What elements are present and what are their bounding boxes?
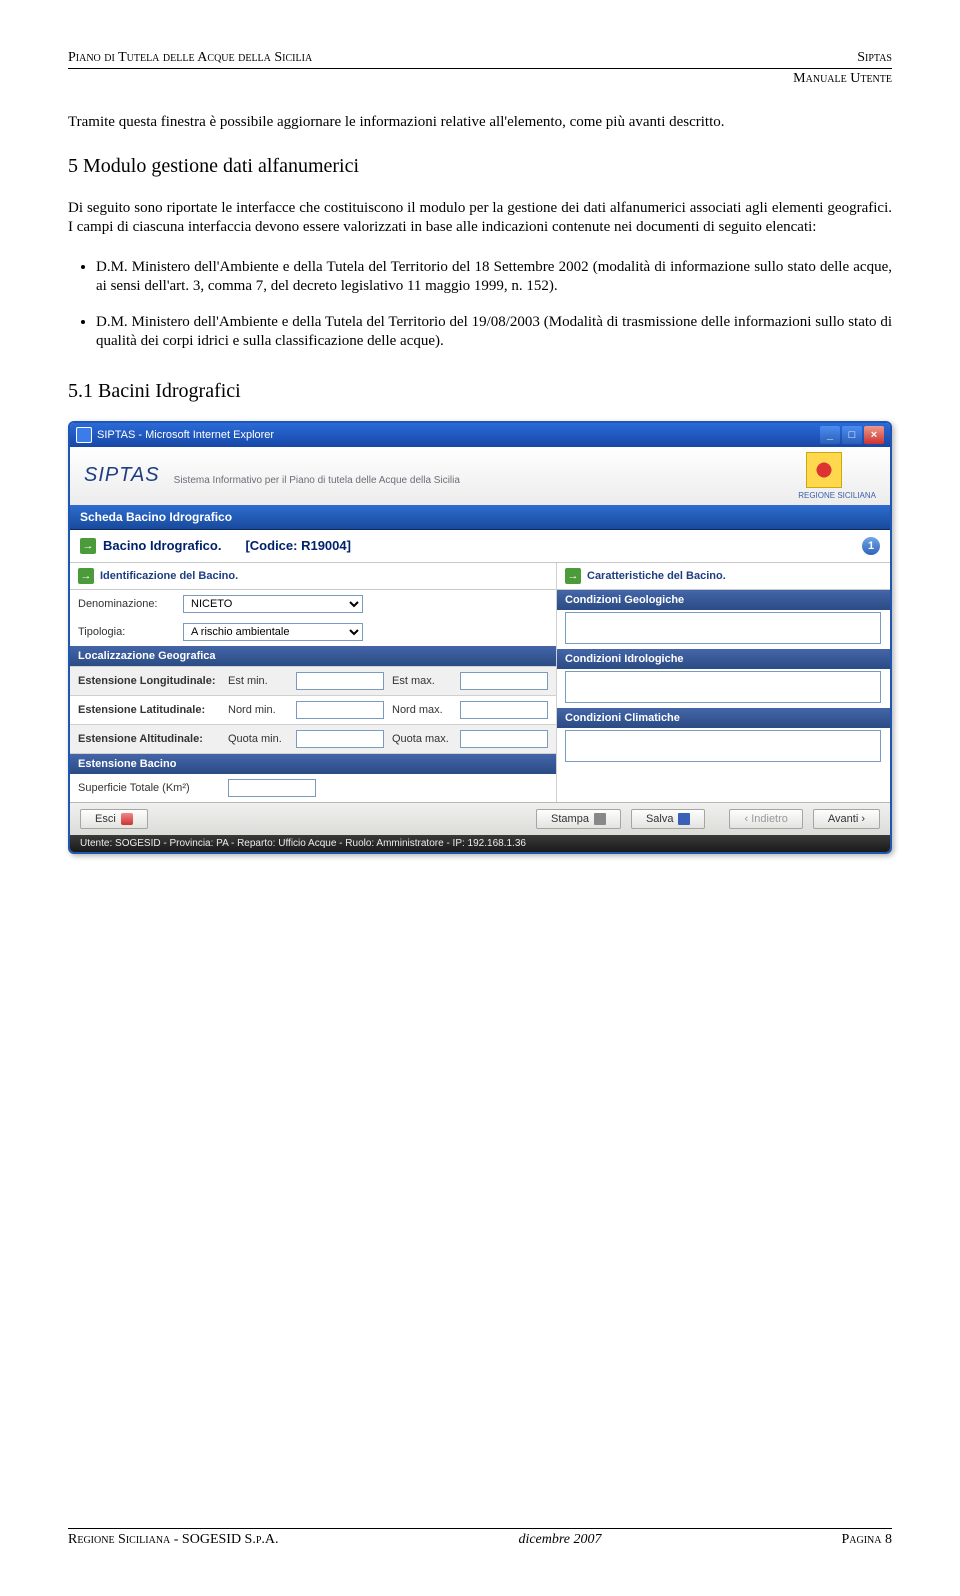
exit-icon [121,813,133,825]
paragraph-intro: Tramite questa finestra è possibile aggi… [68,113,892,133]
alt-min-label: Quota min. [228,733,296,745]
lat-max-label: Nord max. [392,704,460,716]
lat-label: Estensione Latitudinale: [78,704,228,716]
entity-bar: → Bacino Idrografico. [Codice: R19004] 1 [70,530,890,563]
maximize-button[interactable]: □ [842,426,862,444]
salva-button[interactable]: Salva [631,809,706,829]
geo-textarea[interactable] [565,612,881,644]
geo-header: Condizioni Geologiche [557,590,890,610]
app-logo: SIPTAS [84,464,160,487]
footer-center: dicembre 2007 [518,1532,601,1548]
lat-min-input[interactable] [296,701,384,719]
region-name: REGIONE SICILIANA [798,491,876,500]
idro-header: Condizioni Idrologiche [557,649,890,669]
footer-left: Regione Siciliana - SOGESID S.p.A. [68,1532,279,1548]
lon-label: Estensione Longitudinale: [78,675,228,687]
entity-code: [Codice: R19004] [245,538,350,553]
esci-button[interactable]: Esci [80,809,148,829]
tipo-select[interactable]: A rischio ambientale [183,623,363,641]
loc-header: Localizzazione Geografica [70,646,556,666]
arrow-icon: → [80,538,96,554]
alt-label: Estensione Altitudinale: [78,733,228,745]
bullet-2: D.M. Ministero dell'Ambiente e della Tut… [96,313,892,352]
ident-header: Identificazione del Bacino. [100,570,238,582]
lon-max-input[interactable] [460,672,548,690]
header-right2: Manuale Utente [68,71,892,87]
region-flag-icon [806,452,842,488]
arrow-icon: → [78,568,94,584]
bullet-1: D.M. Ministero dell'Ambiente e della Tut… [96,258,892,297]
surf-input[interactable] [228,779,316,797]
clim-textarea[interactable] [565,730,881,762]
status-bar: Utente: SOGESID - Provincia: PA - Repart… [70,835,890,852]
arrow-icon: → [565,568,581,584]
browser-window: SIPTAS - Microsoft Internet Explorer _ □… [68,421,892,854]
minimize-button[interactable]: _ [820,426,840,444]
header-left: Piano di Tutela delle Acque della Sicili… [68,50,312,66]
app-banner: SIPTAS Sistema Informativo per il Piano … [70,447,890,505]
stampa-button[interactable]: Stampa [536,809,621,829]
tipo-label: Tipologia: [78,626,183,638]
indietro-button[interactable]: ‹ Indietro [729,809,802,829]
entity-label: Bacino Idrografico. [103,538,221,553]
paragraph-2: Di seguito sono riportate le interfacce … [68,199,892,238]
denom-select[interactable]: NICETO [183,595,363,613]
avanti-button[interactable]: Avanti › [813,809,880,829]
lat-max-input[interactable] [460,701,548,719]
lat-min-label: Nord min. [228,704,296,716]
car-header: Caratteristiche del Bacino. [587,570,726,582]
header-right: Siptas [857,50,892,66]
alt-max-input[interactable] [460,730,548,748]
ie-icon [76,427,92,443]
alt-max-label: Quota max. [392,733,460,745]
lon-max-label: Est max. [392,675,460,687]
clim-header: Condizioni Climatiche [557,708,890,728]
surf-label: Superficie Totale (Km²) [78,782,228,794]
ext-header: Estensione Bacino [70,754,556,774]
footer-right: Pagina 8 [841,1532,892,1548]
lon-min-input[interactable] [296,672,384,690]
heading-5-1: 5.1 Bacini Idrografici [68,380,892,403]
idro-textarea[interactable] [565,671,881,703]
print-icon [594,813,606,825]
app-tagline: Sistema Informativo per il Piano di tute… [174,475,799,486]
titlebar: SIPTAS - Microsoft Internet Explorer _ □… [70,423,890,447]
heading-5: 5 Modulo gestione dati alfanumerici [68,153,892,179]
save-icon [678,813,690,825]
close-button[interactable]: × [864,426,884,444]
alt-min-input[interactable] [296,730,384,748]
lon-min-label: Est min. [228,675,296,687]
step-badge: 1 [862,537,880,555]
window-title: SIPTAS - Microsoft Internet Explorer [97,429,274,441]
section-title: Scheda Bacino Idrografico [70,505,890,530]
denom-label: Denominazione: [78,598,183,610]
